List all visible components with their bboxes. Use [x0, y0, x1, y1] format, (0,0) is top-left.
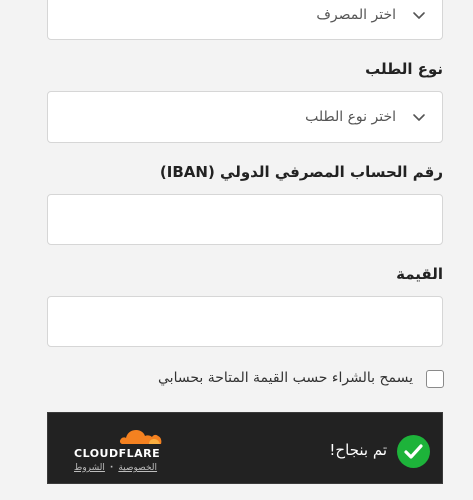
purchase-checkbox-label: يسمح بالشراء حسب القيمة المتاحة بحسابي: [158, 370, 413, 386]
iban-label: رقم الحساب المصرفي الدولي (IBAN): [159, 163, 443, 181]
purchase-checkbox[interactable]: [426, 370, 444, 388]
form-page: اختر المصرف نوع الطلب اختر نوع الطلب رقم…: [0, 0, 473, 500]
cloudflare-widget: تم بنجاح! CLOUDFLARE الخصوصية · الشروط: [47, 412, 443, 484]
request-type-label: نوع الطلب: [365, 60, 443, 78]
iban-input[interactable]: [47, 194, 443, 245]
success-message: تم بنجاح!: [329, 441, 387, 459]
links-separator: ·: [109, 463, 114, 473]
cloudflare-brand-text: CLOUDFLARE: [74, 447, 161, 460]
check-circle-icon: [397, 435, 430, 468]
bank-select[interactable]: اختر المصرف: [47, 0, 443, 40]
chevron-down-icon: [413, 114, 425, 121]
bank-select-value: اختر المصرف: [316, 7, 396, 23]
request-type-select-value: اختر نوع الطلب: [305, 109, 396, 125]
chevron-down-icon: [413, 12, 425, 19]
terms-link[interactable]: الشروط: [74, 463, 105, 473]
request-type-select[interactable]: اختر نوع الطلب: [47, 91, 443, 143]
cloudflare-links: الخصوصية · الشروط: [74, 463, 157, 473]
privacy-link[interactable]: الخصوصية: [118, 463, 157, 473]
amount-input[interactable]: [47, 296, 443, 347]
amount-label: القيمة: [396, 265, 443, 283]
cloudflare-cloud-icon: [119, 430, 162, 444]
